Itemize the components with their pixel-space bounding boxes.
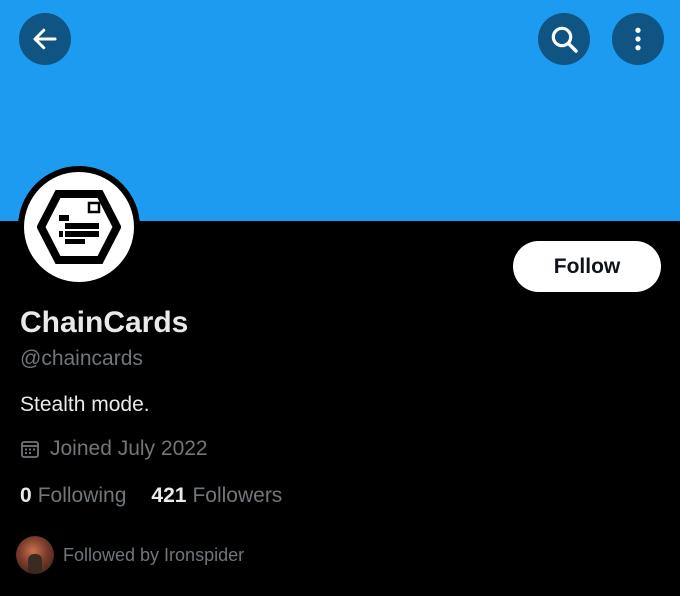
profile-stats: 0 Following 421 Followers (20, 484, 282, 508)
followed-by[interactable]: Followed by Ironspider (16, 536, 244, 574)
back-button[interactable] (19, 13, 71, 65)
followers-link[interactable]: 421 Followers (151, 484, 282, 508)
follow-button[interactable]: Follow (513, 241, 661, 292)
calendar-icon (21, 441, 39, 458)
profile-avatar[interactable] (18, 166, 140, 288)
following-link[interactable]: 0 Following (20, 484, 126, 508)
followers-count: 421 (151, 484, 187, 507)
followers-label: Followers (192, 484, 283, 507)
profile-display-name: ChainCards (20, 306, 189, 339)
following-label: Following (37, 484, 127, 507)
more-options-button[interactable] (612, 13, 664, 65)
avatar-image (24, 172, 134, 282)
profile-handle: @chaincards (20, 347, 143, 370)
search-button[interactable] (538, 13, 590, 65)
more-vertical-icon (635, 27, 641, 51)
search-icon (551, 26, 578, 53)
follower-avatar (16, 536, 54, 574)
arrow-left-icon (33, 28, 57, 50)
followed-by-text: Followed by Ironspider (63, 544, 245, 565)
joined-date: Joined July 2022 (20, 437, 208, 461)
joined-date-text: Joined July 2022 (50, 437, 208, 460)
following-count: 0 (20, 484, 32, 507)
chaincards-logo-icon (37, 190, 121, 264)
profile-bio: Stealth mode. (20, 393, 150, 416)
